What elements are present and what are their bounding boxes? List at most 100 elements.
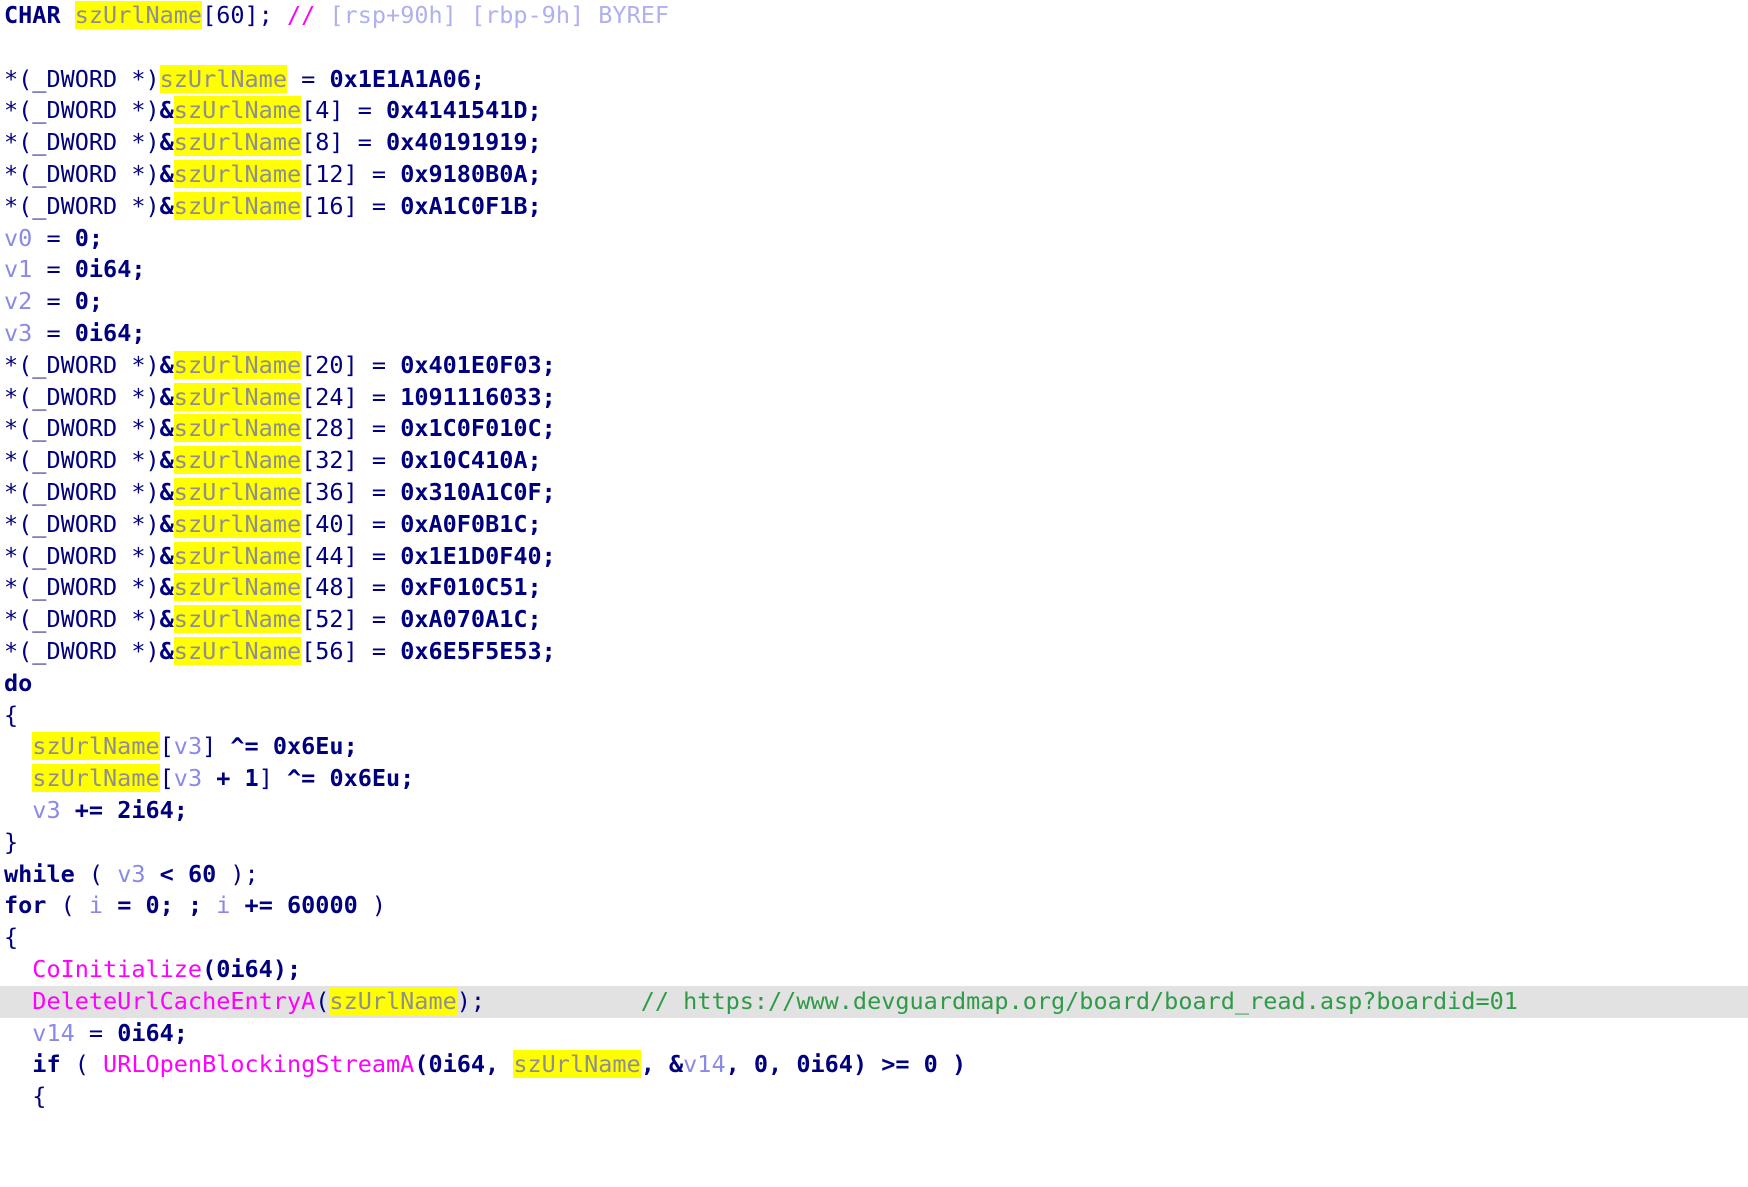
variable-v14[interactable]: v14 xyxy=(32,1019,74,1047)
code-line-increment[interactable]: v3 += 2i64; xyxy=(0,795,1748,827)
identifier-szurlname[interactable]: szUrlName xyxy=(74,1,203,29)
keyword-while: while xyxy=(4,859,75,888)
code-line-xor-2[interactable]: szUrlName[v3 + 1] ^= 0x6Eu; xyxy=(0,763,1748,795)
keyword-char: CHAR xyxy=(4,1,61,29)
function-coinitialize[interactable]: CoInitialize xyxy=(32,955,202,983)
code-line-xor-1[interactable]: szUrlName[v3] ^= 0x6Eu; xyxy=(0,731,1748,763)
paren-open: ( xyxy=(60,1050,104,1079)
code-line-local-init[interactable]: v3 = 0i64; xyxy=(0,318,1748,350)
code-line-assign[interactable]: *(*(_DWORD *)_DWORD *)szUrlName = 0x1E1A… xyxy=(0,64,1748,96)
function-deleteurlcacheentrya[interactable]: DeleteUrlCacheEntryA xyxy=(32,987,315,1015)
code-line-do[interactable]: do xyxy=(0,668,1748,700)
cast-dword: *(_DWORD *) xyxy=(4,128,160,157)
literal-value: 0x4141541D; xyxy=(386,96,542,125)
plus-assign-operator: += xyxy=(60,795,118,824)
paren-open: ( xyxy=(74,859,118,888)
identifier-szurlname[interactable]: szUrlName xyxy=(159,64,287,93)
identifier-szurlname[interactable]: szUrlName xyxy=(173,573,302,602)
identifier-szurlname[interactable]: szUrlName xyxy=(173,414,302,443)
brace-open: { xyxy=(4,700,19,729)
code-line-assign[interactable]: *(_DWORD *)&szUrlName[52] = 0xA070A1C; xyxy=(0,604,1748,636)
code-line-assign[interactable]: *(_DWORD *)&szUrlName[24] = 1091116033; xyxy=(0,382,1748,414)
variable-v14[interactable]: v14 xyxy=(683,1050,725,1078)
paren-open: ( xyxy=(315,986,330,1015)
variable-v0[interactable]: v0 xyxy=(4,224,32,252)
variable-i[interactable]: i xyxy=(89,891,103,919)
variable-v3[interactable]: v3 xyxy=(174,732,202,760)
equals: = xyxy=(32,223,75,252)
cast-dword: *(_DWORD *) xyxy=(4,605,160,634)
equals: = xyxy=(32,318,75,347)
code-line-deleteurlcacheentrya[interactable]: DeleteUrlCacheEntryA(szUrlName); // http… xyxy=(0,985,1748,1018)
identifier-szurlname[interactable]: szUrlName xyxy=(173,605,302,634)
variable-i[interactable]: i xyxy=(216,891,230,919)
function-urlopenblockingstreama[interactable]: URLOpenBlockingStreamA xyxy=(103,1050,414,1078)
literal-value: 0x6Eu; xyxy=(272,732,358,761)
variable-v3[interactable]: v3 xyxy=(32,796,60,824)
code-line-while[interactable]: while ( v3 < 60 ); xyxy=(0,859,1748,891)
variable-v1[interactable]: v1 xyxy=(4,255,32,283)
code-line-assign[interactable]: *(_DWORD *)&szUrlName[12] = 0x9180B0A; xyxy=(0,159,1748,191)
stack-location-comment: [rsp+90h] [rbp-9h] BYREF xyxy=(329,1,670,29)
variable-v3[interactable]: v3 xyxy=(4,319,32,347)
identifier-szurlname[interactable]: szUrlName xyxy=(32,732,160,761)
identifier-szurlname[interactable]: szUrlName xyxy=(173,477,302,506)
amp-operator: & xyxy=(159,350,174,379)
variable-v2[interactable]: v2 xyxy=(4,287,32,315)
url-comment[interactable]: // https://www.devguardmap.org/board/boa… xyxy=(641,987,1518,1015)
code-line-coinitialize[interactable]: CoInitialize(0i64); xyxy=(0,954,1748,986)
code-line-if-urlopenblockingstreama[interactable]: if ( URLOpenBlockingStreamA(0i64, szUrlN… xyxy=(0,1049,1748,1081)
literal-value: 0x310A1C0F; xyxy=(400,477,556,506)
array-index: [4] xyxy=(301,96,344,125)
code-line-assign[interactable]: *(_DWORD *)&szUrlName[32] = 0x10C410A; xyxy=(0,445,1748,477)
identifier-szurlname[interactable]: szUrlName xyxy=(32,764,160,793)
literal-value: 2i64; xyxy=(117,795,188,824)
identifier-szurlname[interactable]: szUrlName xyxy=(173,128,302,157)
code-line-assign[interactable]: *(_DWORD *)&szUrlName[28] = 0x1C0F010C; xyxy=(0,413,1748,445)
identifier-szurlname[interactable]: szUrlName xyxy=(173,446,302,475)
call-args-pre: (0i64, xyxy=(414,1050,514,1079)
cast-dword: *(_DWORD *) xyxy=(4,446,160,475)
variable-v3[interactable]: v3 xyxy=(174,764,202,792)
brace-open: { xyxy=(4,923,19,952)
identifier-szurlname[interactable]: szUrlName xyxy=(173,541,302,570)
pseudocode-view[interactable]: CHAR szUrlName[60]; // [rsp+90h] [rbp-9h… xyxy=(0,0,1748,1187)
call-args-mid: , & xyxy=(640,1050,684,1079)
code-line-assign[interactable]: *(_DWORD *)&szUrlName[44] = 0x1E1D0F40; xyxy=(0,541,1748,573)
code-line-assign[interactable]: *(_DWORD *)&szUrlName[36] = 0x310A1C0F; xyxy=(0,477,1748,509)
code-line-assign[interactable]: *(_DWORD *)&szUrlName[4] = 0x4141541D; xyxy=(0,95,1748,127)
amp-operator: & xyxy=(159,509,174,538)
identifier-szurlname[interactable]: szUrlName xyxy=(173,350,302,379)
amp-operator: & xyxy=(159,605,174,634)
code-line-assign[interactable]: *(_DWORD *)&szUrlName[8] = 0x40191919; xyxy=(0,127,1748,159)
code-line-local-init[interactable]: v0 = 0; xyxy=(0,223,1748,255)
literal-value: 0x6Eu; xyxy=(329,764,415,793)
identifier-szurlname[interactable]: szUrlName xyxy=(173,191,302,220)
code-line-assign[interactable]: *(_DWORD *)&szUrlName[56] = 0x6E5F5E53; xyxy=(0,636,1748,668)
array-index: [12] xyxy=(301,159,358,188)
code-line-v14-init[interactable]: v14 = 0i64; xyxy=(0,1018,1748,1050)
identifier-szurlname[interactable]: szUrlName xyxy=(513,1050,641,1079)
variable-v3[interactable]: v3 xyxy=(117,860,145,888)
code-line-local-init[interactable]: v2 = 0; xyxy=(0,286,1748,318)
literal-value: 60 xyxy=(187,859,217,888)
code-line-brace-open: { xyxy=(0,1081,1748,1113)
code-line-assign[interactable]: *(_DWORD *)&szUrlName[20] = 0x401E0F03; xyxy=(0,350,1748,382)
identifier-szurlname[interactable]: szUrlName xyxy=(173,159,302,188)
code-line-assign[interactable]: *(_DWORD *)&szUrlName[40] = 0xA0F0B1C; xyxy=(0,509,1748,541)
keyword-for: for xyxy=(4,891,47,920)
code-line-assign[interactable]: *(_DWORD *)&szUrlName[48] = 0xF010C51; xyxy=(0,572,1748,604)
identifier-szurlname[interactable]: szUrlName xyxy=(173,509,302,538)
keyword-if: if xyxy=(32,1050,61,1079)
identifier-szurlname[interactable]: szUrlName xyxy=(173,96,302,125)
identifier-szurlname[interactable]: szUrlName xyxy=(173,636,302,665)
code-line-declaration[interactable]: CHAR szUrlName[60]; // [rsp+90h] [rbp-9h… xyxy=(0,0,1748,32)
literal-value: 0; xyxy=(74,287,104,316)
code-line-for[interactable]: for ( i = 0; ; i += 60000 ) xyxy=(0,890,1748,922)
equals: = xyxy=(286,64,330,93)
code-line-local-init[interactable]: v1 = 0i64; xyxy=(0,254,1748,286)
identifier-szurlname[interactable]: szUrlName xyxy=(173,382,302,411)
code-line-assign[interactable]: *(_DWORD *)&szUrlName[16] = 0xA1C0F1B; xyxy=(0,191,1748,223)
identifier-szurlname[interactable]: szUrlName xyxy=(329,986,457,1015)
